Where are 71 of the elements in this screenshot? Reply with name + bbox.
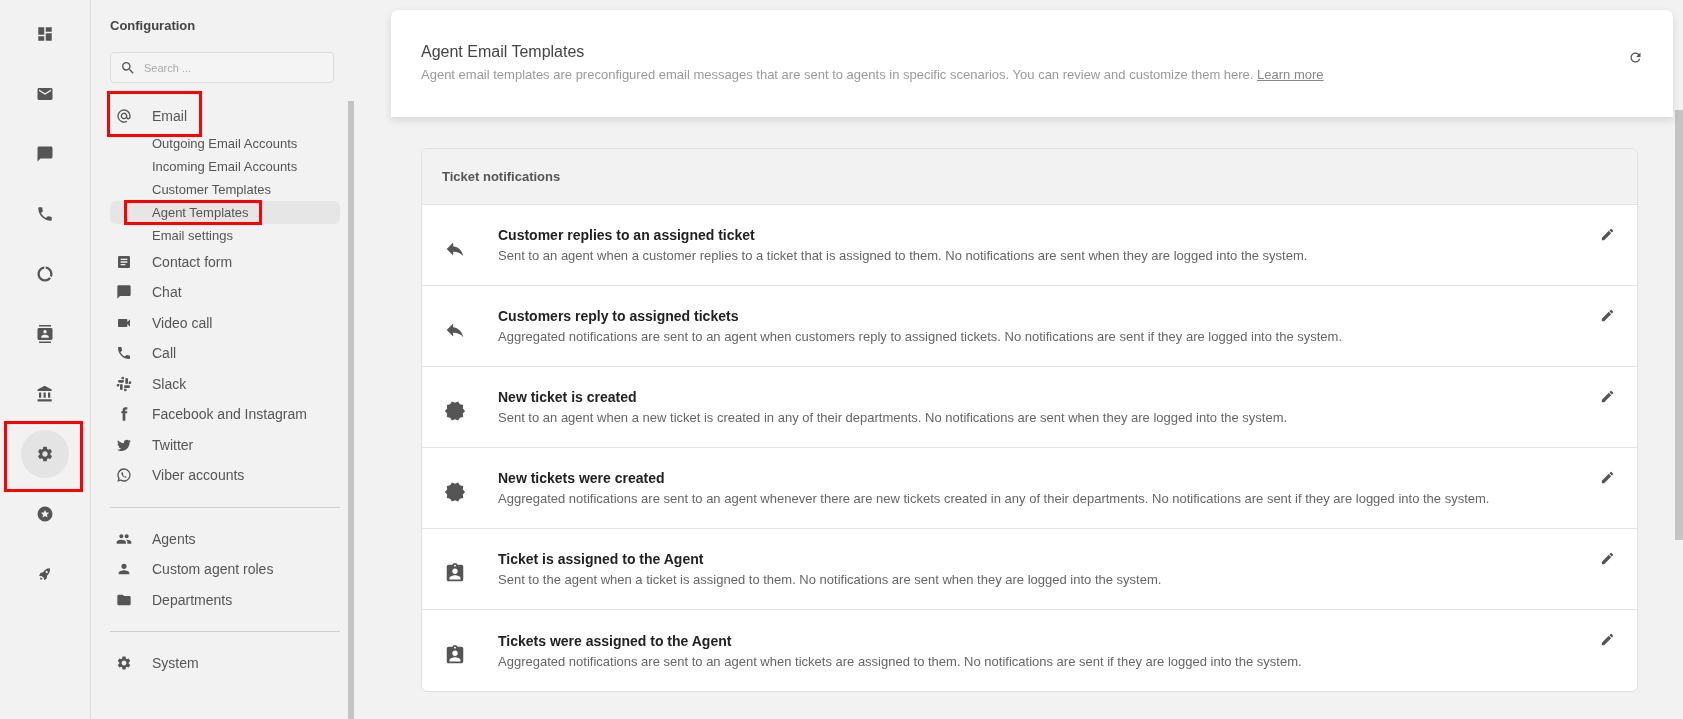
starburst-icon [444, 481, 466, 503]
section-title: Ticket notifications [442, 169, 561, 184]
sidebar-item[interactable]: Video call [110, 307, 340, 338]
rail-button[interactable] [21, 430, 69, 478]
template-row[interactable]: Customers reply to assigned tickets Aggregated notifications are sent to an agent when customers reply to assigned tickets. No notifications are sent if they are logged into the system. [422, 286, 1637, 367]
clipboard-person-icon [444, 562, 466, 584]
sidebar-item[interactable]: Facebook and Instagram [110, 399, 340, 430]
template-row[interactable]: New ticket is created Sent to an agent when a new ticket is created in any of their departments. No notifications are sent when they are logged into the system. [422, 367, 1637, 448]
sidebar-item[interactable]: Agents [110, 523, 340, 554]
settings-icon [116, 655, 132, 672]
template-description: Aggregated notifications are sent to an agent when customers reply to assigned tickets. No notifications are sent if they are logged into the system. [498, 329, 1344, 344]
template-row[interactable]: New tickets were created Aggregated notifications are sent to an agent whenever there are new tickets created in any of their departments. No notifications are sent if they are logged into the system. [422, 448, 1637, 529]
template-description: Aggregated notifications are sent to an agent when tickets are assigned to them. No notifications are sent if they are logged into the system. [498, 653, 1303, 669]
sidebar-item[interactable]: Departments [110, 584, 340, 615]
phone-icon [116, 345, 132, 362]
viber-icon [116, 467, 132, 484]
form-icon [116, 253, 132, 270]
sidebar-item[interactable]: Twitter [110, 429, 340, 460]
template-description: Sent to an agent when a new ticket is created in any of their departments. No notifications are sent when they are logged into the system. [498, 410, 1289, 425]
template-row[interactable]: Customer replies to an assigned ticket Sent to an agent when a customer replies to a ticket that is assigned to them. No notifications are sent when they are logged into the system. [422, 205, 1637, 286]
sidebar-item[interactable]: Viber accounts [110, 460, 340, 491]
edit-icon[interactable] [1600, 632, 1615, 647]
dashboard-icon [36, 25, 54, 43]
sidebar-item[interactable]: Custom agent roles [110, 554, 340, 585]
sidebar-subitem[interactable]: Customer Templates [110, 177, 340, 201]
edit-icon[interactable] [1600, 470, 1615, 485]
sidebar-subitem[interactable]: Email settings [110, 223, 340, 247]
template-description: Aggregated notifications are sent to an agent whenever there are new tickets created in any of their departments. No notifications are sent if they are logged into the system. [498, 491, 1491, 506]
at-sign-icon [116, 108, 132, 125]
sidebar-item[interactable]: Slack [110, 368, 340, 399]
edit-icon[interactable] [1600, 389, 1615, 404]
search-icon [120, 60, 136, 76]
template-title: New tickets were created [498, 470, 666, 486]
chat-bubble-icon [36, 145, 54, 163]
template-title: Customer replies to an assigned ticket [498, 227, 756, 243]
sidebar-subitem[interactable]: Incoming Email Accounts [110, 154, 340, 178]
sidebar-item[interactable]: Call [110, 338, 340, 369]
envelope-icon [36, 85, 54, 103]
starburst-icon [444, 400, 466, 422]
edit-icon[interactable] [1600, 551, 1615, 566]
phone-icon [36, 205, 54, 223]
edit-icon[interactable] [1600, 308, 1615, 323]
bank-icon [36, 385, 54, 403]
learn-more-link[interactable]: Learn more [1257, 67, 1324, 82]
sidebar-title: Configuration [110, 18, 197, 35]
refresh-icon[interactable] [1628, 50, 1643, 65]
template-title: Customers reply to assigned tickets [498, 308, 740, 324]
chat-bubble-icon [116, 284, 132, 301]
template-title: New ticket is created [498, 389, 638, 405]
sidebar-subitem[interactable]: Outgoing Email Accounts [110, 131, 340, 155]
sidebar-item[interactable]: Email [110, 101, 340, 132]
slack-icon [116, 375, 132, 392]
template-row[interactable]: Tickets were assigned to the Agent Aggregated notifications are sent to an agent when tickets are assigned to them. No notifications are sent if they are logged into the system. [422, 610, 1637, 691]
scrollbar[interactable] [1675, 110, 1683, 540]
template-row[interactable]: Ticket is assigned to the Agent Sent to the agent when a ticket is assigned to them. No notifications are sent when they are logged into the system. [422, 529, 1637, 610]
sidebar-item[interactable]: Chat [110, 277, 340, 308]
contact-card-icon [36, 325, 54, 343]
sidebar-item[interactable]: Contact form [110, 246, 340, 277]
template-title: Tickets were assigned to the Agent [498, 632, 733, 649]
template-description: Sent to the agent when a ticket is assigned to them. No notifications are sent when they are logged into the system. [498, 572, 1163, 587]
page-title: Agent Email Templates [421, 43, 586, 61]
search-field[interactable]: Search ... [110, 52, 334, 83]
sidebar-item[interactable]: System [110, 648, 340, 679]
edit-icon[interactable] [1600, 227, 1615, 242]
template-title: Ticket is assigned to the Agent [498, 551, 705, 567]
ring-icon [36, 265, 54, 283]
template-description: Sent to an agent when a customer replies to a ticket that is assigned to them. No notifications are sent when they are logged into the system. [498, 248, 1309, 263]
settings-icon [36, 445, 54, 463]
clipboard-person-icon [444, 643, 466, 666]
scrollbar[interactable] [348, 101, 354, 719]
page-description: Agent email templates are preconfigured email messages that are sent to agents in specific scenarios. You can review and customize them here. Learn more [421, 67, 1324, 82]
